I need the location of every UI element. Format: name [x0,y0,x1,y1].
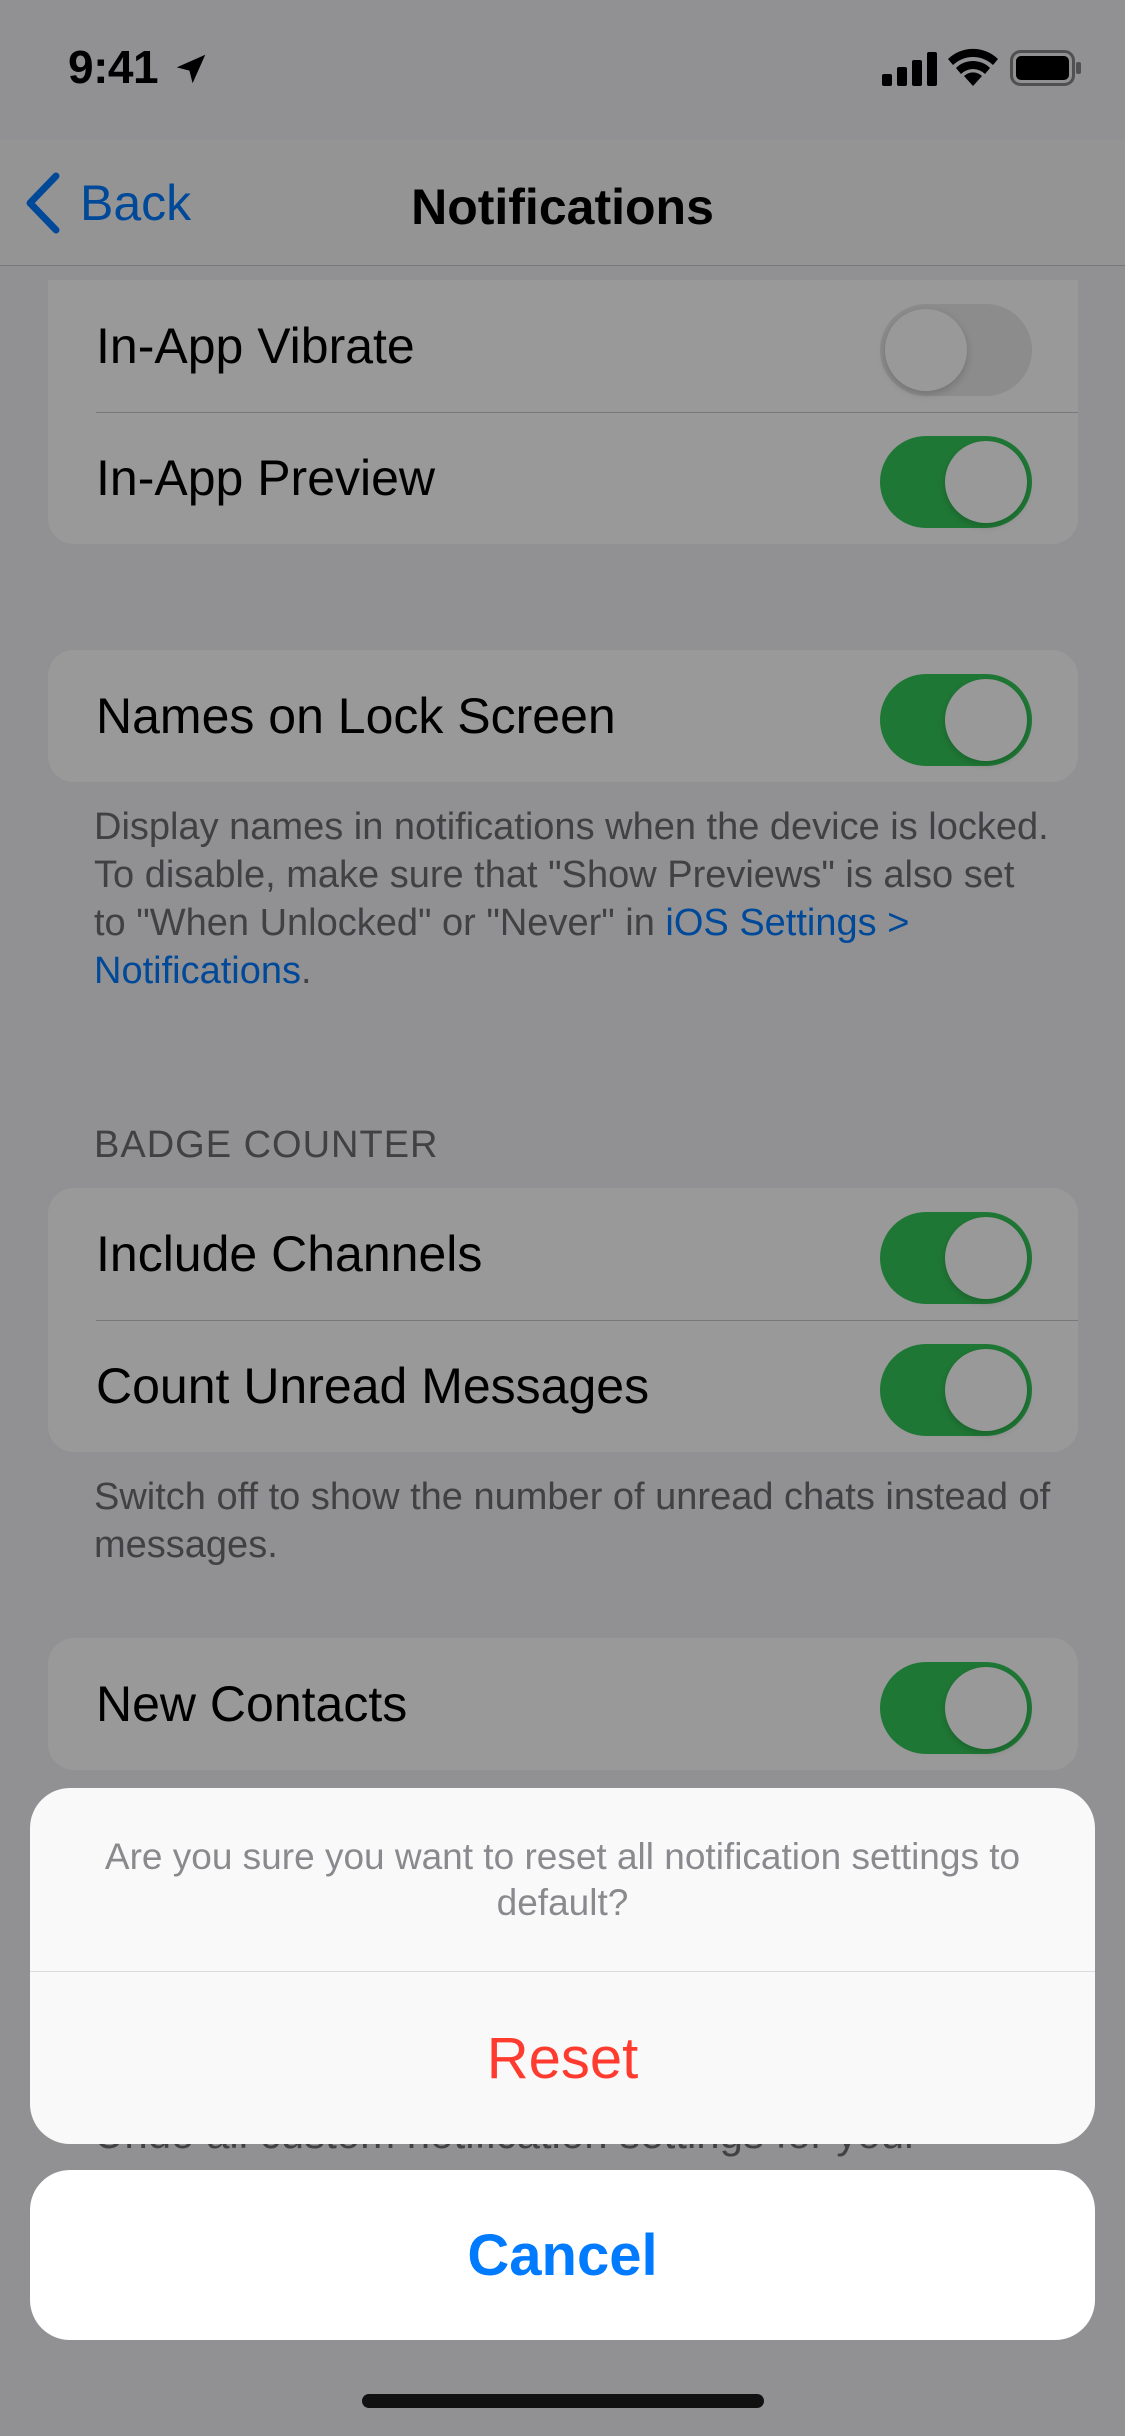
reset-action-sheet: Are you sure you want to reset all notif… [30,1788,1095,2144]
reset-button[interactable]: Reset [30,1972,1095,2144]
home-indicator [362,2394,764,2408]
cancel-button[interactable]: Cancel [30,2170,1095,2340]
action-sheet-message: Are you sure you want to reset all notif… [30,1788,1095,1972]
